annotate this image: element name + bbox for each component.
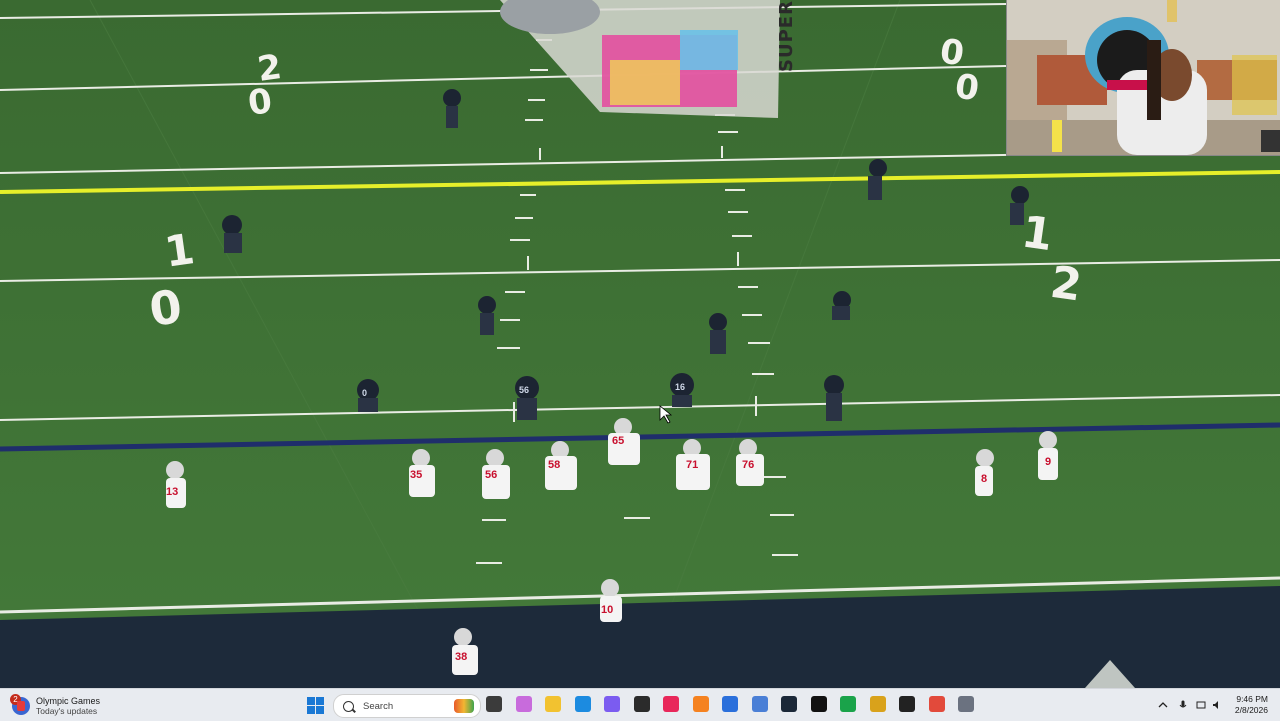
obs-icon[interactable] (634, 696, 650, 712)
clock-date: 2/8/2026 (1234, 705, 1268, 715)
app-blue-icon[interactable] (752, 696, 768, 712)
svg-text:56: 56 (485, 469, 497, 481)
svg-text:8: 8 (981, 473, 987, 485)
edge-icon[interactable] (575, 696, 591, 712)
svg-text:10: 10 (601, 604, 613, 616)
defensive-player (709, 313, 727, 354)
capcut-icon[interactable] (663, 696, 679, 712)
start-button[interactable] (307, 697, 324, 714)
vlc-icon[interactable] (693, 696, 709, 712)
defensive-player (478, 296, 496, 335)
webcam-feed (1007, 0, 1280, 155)
messenger-icon[interactable] (604, 696, 620, 712)
network-icon[interactable] (1196, 700, 1206, 710)
svg-text:65: 65 (612, 435, 624, 447)
settings-icon[interactable] (958, 696, 974, 712)
clock[interactable]: 9:46 PM 2/8/2026 (1235, 694, 1268, 716)
chevron-up-icon[interactable] (1158, 700, 1168, 710)
widgets-icon: 2 (10, 694, 30, 715)
svg-text:9: 9 (1045, 456, 1051, 468)
search-icon (343, 700, 354, 712)
svg-text:35: 35 (410, 469, 422, 481)
svg-text:16: 16 (675, 382, 685, 392)
file-explorer-icon[interactable] (545, 696, 561, 712)
offensive-player: 13 (166, 461, 186, 508)
svg-text:71: 71 (686, 459, 698, 471)
widgets-button[interactable]: 2 Olympic Games Today's updates (10, 693, 132, 719)
defensive-player (222, 215, 242, 253)
defensive-player: 16 (670, 373, 694, 407)
svg-text:13: 13 (166, 486, 178, 498)
defensive-player: 56 (515, 376, 539, 420)
copilot-icon[interactable] (516, 696, 532, 712)
xbox-icon[interactable] (840, 696, 856, 712)
search-box[interactable]: Search (333, 694, 481, 718)
defensive-player: 0 (357, 379, 379, 412)
svg-text:56: 56 (519, 385, 529, 395)
chrome-icon[interactable] (929, 696, 945, 712)
task-view-icon[interactable] (486, 696, 502, 712)
webcam-overlay (1006, 0, 1280, 156)
widget-subtitle: Today's updates (36, 706, 98, 716)
svg-text:38: 38 (455, 651, 467, 663)
volume-icon[interactable] (1212, 700, 1222, 710)
notification-badge: 2 (10, 694, 21, 705)
offensive-player: 8 (975, 449, 994, 496)
svg-text:76: 76 (742, 459, 754, 471)
steam-icon[interactable] (781, 696, 797, 712)
app-gold-icon[interactable] (870, 696, 886, 712)
svg-text:SUPER: SUPER (776, 0, 797, 72)
microphone-icon[interactable] (1178, 700, 1188, 710)
search-highlight-icon (454, 699, 474, 713)
defensive-player (824, 375, 844, 421)
clock-time: 9:46 PM (1236, 694, 1268, 704)
svg-text:0: 0 (362, 388, 367, 398)
search-placeholder: Search (363, 700, 394, 712)
svg-text:58: 58 (548, 459, 560, 471)
windows-logo-icon (307, 697, 315, 705)
app-film-icon[interactable] (899, 696, 915, 712)
store-icon[interactable] (722, 696, 738, 712)
stream-video: 2 0 1 0 0 1 2 0 SUPER 0 56 16 13 35 56 5… (0, 0, 1280, 688)
widget-title: Olympic Games (36, 696, 101, 706)
offensive-player: 9 (1038, 431, 1058, 480)
tiktok-icon[interactable] (811, 696, 827, 712)
